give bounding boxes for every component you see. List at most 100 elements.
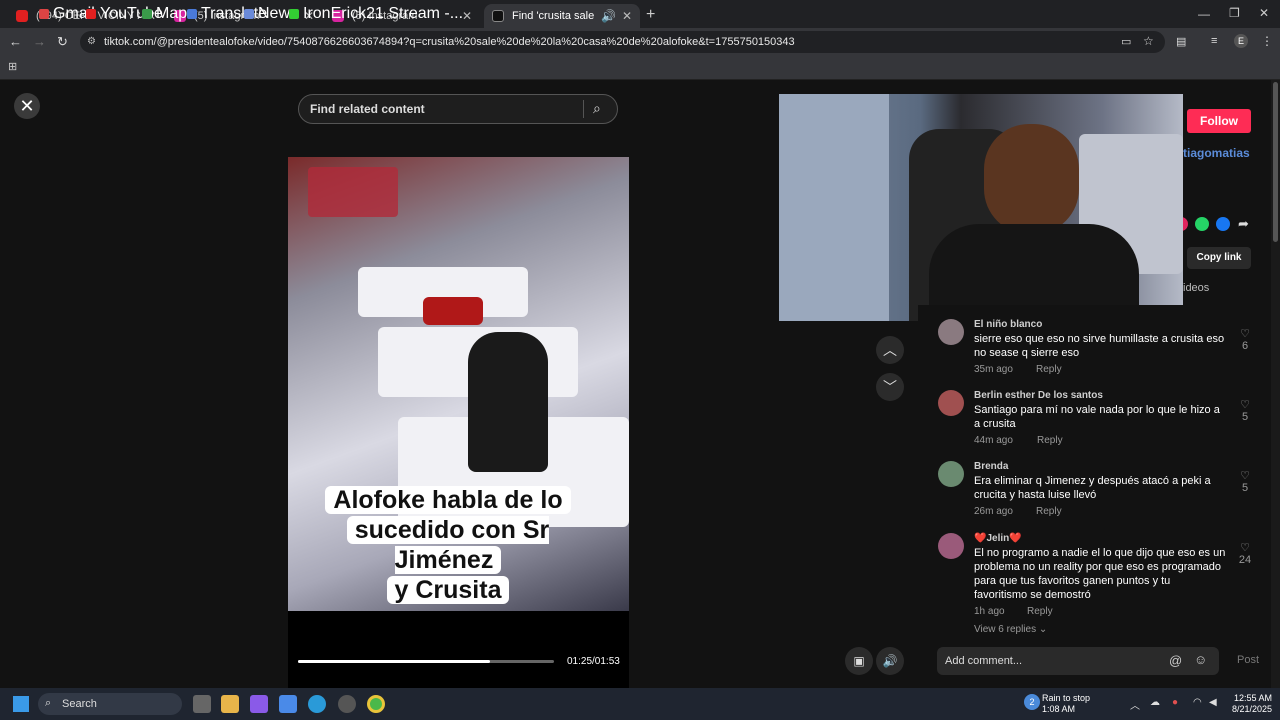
mic-icon[interactable]: ●: [1172, 697, 1178, 708]
reply-button[interactable]: Reply: [1036, 506, 1062, 517]
share-arrow-icon[interactable]: ➦: [1238, 216, 1249, 232]
webcam-overlay: [779, 94, 1183, 321]
comment-author[interactable]: Berlin esther De los santos: [974, 390, 1103, 401]
url-text: tiktok.com/@presidentealofoke/video/7540…: [104, 36, 795, 48]
comment-time: 26m ago: [974, 506, 1013, 517]
weather-widget[interactable]: Rain to stop 1:08 AM: [1042, 693, 1090, 715]
avatar[interactable]: [938, 319, 964, 345]
speaker-icon[interactable]: ◀: [1209, 697, 1217, 708]
mention-icon[interactable]: @: [1169, 653, 1182, 668]
heart-icon: ♡: [1240, 399, 1250, 411]
weather-icon[interactable]: 2: [1024, 694, 1040, 710]
media-icon[interactable]: ≡: [1211, 35, 1217, 47]
maximize-icon[interactable]: ❐: [1229, 6, 1240, 20]
heart-icon: ♡: [1240, 328, 1250, 340]
close-icon[interactable]: ✕: [462, 9, 472, 23]
reply-button[interactable]: Reply: [1037, 435, 1063, 446]
comment-item: Berlin esther De los santos Santiago par…: [938, 390, 1258, 450]
minimize-icon[interactable]: —: [1198, 7, 1210, 21]
tray-chevron-icon[interactable]: ︿: [1130, 697, 1140, 712]
follow-button[interactable]: Follow: [1187, 109, 1251, 133]
comment-time: 44m ago: [974, 435, 1013, 446]
close-video-button[interactable]: ✕: [14, 93, 40, 119]
sidepanel-icon[interactable]: ▤: [1176, 35, 1186, 48]
edge-icon[interactable]: [308, 695, 326, 713]
comment-author[interactable]: El niño blanco: [974, 319, 1042, 330]
speaker-icon[interactable]: 🔊: [601, 9, 616, 23]
window-close-icon[interactable]: ✕: [1259, 6, 1269, 20]
tiktok-icon: [492, 10, 504, 22]
taskbar-search[interactable]: Search: [38, 693, 182, 715]
creator-username[interactable]: tiagomatias: [1183, 146, 1250, 160]
clock-date: 8/21/2025: [1231, 704, 1272, 714]
wifi-icon[interactable]: ◠: [1193, 697, 1202, 708]
address-bar[interactable]: tiktok.com/@presidentealofoke/video/7540…: [80, 31, 1165, 53]
view-replies-label: View 6 replies: [974, 624, 1037, 635]
like-button[interactable]: ♡ 24: [1238, 541, 1252, 566]
avatar[interactable]: [938, 533, 964, 559]
search-icon: ⌕: [45, 697, 52, 709]
comment-item: Brenda Era eliminar q Jimenez y después …: [938, 461, 1258, 521]
previous-video-button[interactable]: ︿: [876, 336, 904, 364]
youtube-icon: [86, 9, 96, 19]
search-icon[interactable]: ⌕: [593, 100, 601, 117]
windows-start-icon[interactable]: [13, 696, 29, 712]
cloud-icon[interactable]: ☁: [1150, 697, 1160, 708]
youtube-icon: [16, 10, 28, 22]
new-tab-icon[interactable]: +: [646, 6, 655, 24]
tab-tiktok[interactable]: Find 'crusita sale de la casa 🔊 ✕: [484, 4, 640, 28]
like-count: 6: [1241, 340, 1249, 352]
reply-button[interactable]: Reply: [1036, 364, 1062, 375]
like-button[interactable]: ♡ 6: [1238, 327, 1252, 352]
next-video-button[interactable]: ﹀: [876, 373, 904, 401]
comment-text: Santiago para mí no vale nada por lo que…: [974, 404, 1220, 430]
weather-line2: 1:08 AM: [1042, 704, 1076, 714]
like-button[interactable]: ♡ 5: [1238, 469, 1252, 494]
volume-icon[interactable]: 🔊: [876, 647, 904, 675]
caption-line: sucedido con Sr Jiménez: [346, 516, 550, 574]
cast-icon[interactable]: ▭: [1121, 35, 1131, 48]
copy-link-button[interactable]: Copy link: [1187, 247, 1251, 269]
webcam-person-head: [984, 124, 1079, 234]
pip-icon[interactable]: ▣: [845, 647, 873, 675]
bookmark-star-icon[interactable]: ☆: [1143, 34, 1154, 48]
like-count: 5: [1241, 411, 1249, 423]
search-placeholder: Find related content: [310, 102, 425, 116]
avatar[interactable]: [938, 390, 964, 416]
app-icon[interactable]: [338, 695, 356, 713]
close-icon[interactable]: ✕: [622, 9, 632, 23]
emoji-icon[interactable]: ☺: [1194, 652, 1207, 667]
comment-author[interactable]: Brenda: [974, 461, 1008, 472]
whatsapp-icon[interactable]: [1195, 217, 1209, 231]
store-icon[interactable]: [279, 695, 297, 713]
file-explorer-icon[interactable]: [221, 695, 239, 713]
copilot-icon[interactable]: [250, 695, 268, 713]
view-replies-button[interactable]: View 6 replies ⌄: [974, 624, 1047, 635]
site-info-icon[interactable]: ⚙: [87, 36, 96, 47]
maps-icon: [142, 9, 152, 19]
taskbar-clock[interactable]: 12:55 AM 8/21/2025: [1226, 693, 1272, 715]
videos-tab[interactable]: ideos: [1183, 282, 1209, 294]
caption-line: y Crusita: [386, 576, 510, 604]
apps-grid-icon[interactable]: ⊞: [8, 60, 17, 73]
weather-line1: Rain to stop: [1042, 693, 1091, 703]
avatar[interactable]: [938, 461, 964, 487]
back-icon[interactable]: ←: [9, 34, 22, 49]
reply-button[interactable]: Reply: [1027, 606, 1053, 617]
post-button[interactable]: Post: [1237, 654, 1259, 666]
facebook-icon[interactable]: [1216, 217, 1230, 231]
reload-icon[interactable]: ↻: [57, 34, 68, 50]
task-view-icon[interactable]: [193, 695, 211, 713]
scrollbar-thumb[interactable]: [1273, 82, 1278, 242]
video-time: 01:25/01:53: [567, 656, 620, 667]
bookmark-ironerick[interactable]: IronErick21 Stream -...: [289, 5, 463, 23]
like-count: 5: [1241, 482, 1249, 494]
comment-author[interactable]: ❤️Jelin❤️: [974, 533, 1022, 544]
profile-avatar[interactable]: E: [1234, 34, 1248, 48]
webcam-curtain: [779, 94, 889, 321]
chrome-icon[interactable]: [367, 695, 385, 713]
video-red-bag: [423, 297, 483, 325]
like-button[interactable]: ♡ 5: [1238, 398, 1252, 423]
forward-icon[interactable]: →: [33, 34, 46, 49]
menu-icon[interactable]: ⋮: [1261, 34, 1273, 48]
